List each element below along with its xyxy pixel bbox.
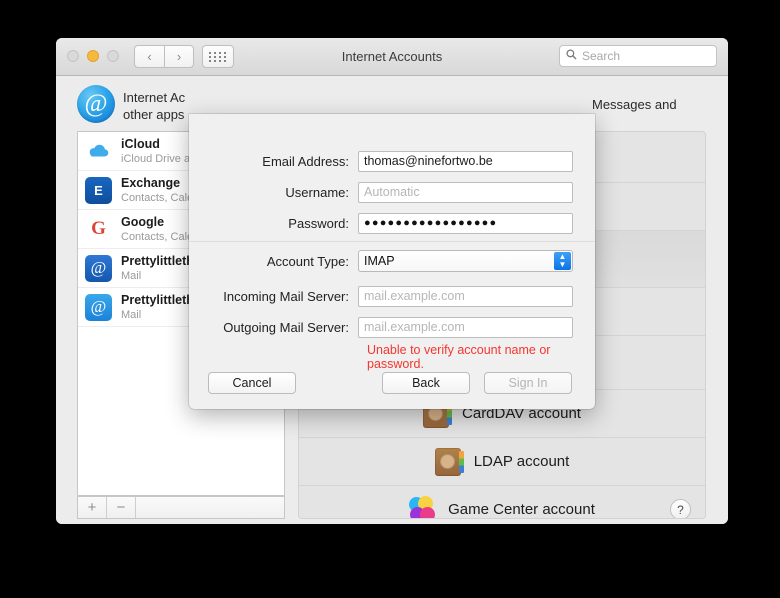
contacts-card-icon (434, 447, 464, 476)
outgoing-mail-server-field[interactable]: mail.example.com (358, 316, 573, 338)
header-trailing-text: Messages and (592, 97, 677, 112)
password-label: Password: (288, 215, 349, 231)
account-type-label: Account Type: (266, 253, 349, 269)
sign-in-button[interactable]: Sign In (484, 372, 572, 394)
account-subtitle: Mail (121, 308, 142, 321)
account-type-row: Account Type: IMAP ▲ ▼ (189, 250, 595, 272)
help-button[interactable]: ? (670, 499, 691, 518)
header-line-2: other apps (123, 107, 185, 122)
preferences-window: ‹ › Internet Accounts Search @ Internet … (56, 38, 728, 524)
password-field[interactable]: ●●●●●●●●●●●●●●●●● (358, 212, 573, 234)
account-name: Prettylittleth (121, 253, 194, 268)
mail-account-icon: @ (85, 254, 112, 282)
account-type-value: IMAP (364, 254, 395, 268)
header-description: Internet Ac other apps (123, 89, 185, 123)
add-account-button[interactable]: + (78, 497, 107, 518)
game-center-icon (409, 495, 436, 518)
cancel-button[interactable]: Cancel (208, 372, 296, 394)
exchange-icon: E (85, 176, 112, 204)
service-row-ldap[interactable]: LDAP account (299, 438, 705, 486)
email-address-field[interactable]: thomas@ninefortwo.be (358, 150, 573, 172)
google-icon: G (85, 215, 112, 243)
account-subtitle: Mail (121, 269, 142, 282)
service-row-game-center[interactable]: Game Center account ? (299, 486, 705, 518)
window-content: @ Internet Ac other apps Messages and iC… (56, 76, 728, 524)
window-titlebar: ‹ › Internet Accounts Search (56, 38, 728, 76)
account-name: Exchange (121, 175, 181, 190)
email-address-row: Email Address: thomas@ninefortwo.be (189, 150, 595, 172)
account-type-select[interactable]: IMAP ▲ ▼ (358, 250, 573, 272)
account-subtitle: Contacts, Cale (121, 191, 194, 204)
search-placeholder: Search (582, 49, 621, 63)
search-icon (566, 47, 577, 65)
sidebar-footer: + − (77, 496, 285, 519)
email-address-label: Email Address: (262, 153, 349, 169)
account-name: Prettylittleth (121, 292, 194, 307)
incoming-mail-server-row: Incoming Mail Server: mail.example.com (189, 285, 595, 307)
service-label: LDAP account (473, 453, 570, 470)
account-subtitle: Contacts, Cale (121, 230, 194, 243)
outgoing-mail-server-label: Outgoing Mail Server: (223, 319, 349, 335)
header-line-1: Internet Ac (123, 90, 186, 105)
search-input[interactable]: Search (559, 45, 717, 67)
internet-accounts-icon: @ (77, 85, 115, 123)
mail-account-icon: @ (85, 293, 112, 321)
remove-account-button[interactable]: − (107, 497, 136, 518)
incoming-mail-server-field[interactable]: mail.example.com (358, 285, 573, 307)
back-button-sheet[interactable]: Back (382, 372, 470, 394)
error-message: Unable to verify account name or passwor… (367, 343, 551, 371)
outgoing-mail-server-row: Outgoing Mail Server: mail.example.com (189, 316, 595, 338)
account-setup-sheet: Email Address: thomas@ninefortwo.be User… (189, 114, 595, 409)
username-row: Username: Automatic (189, 181, 595, 203)
incoming-mail-server-label: Incoming Mail Server: (223, 288, 349, 304)
password-row: Password: ●●●●●●●●●●●●●●●●● (189, 212, 595, 234)
account-subtitle: iCloud Drive a (121, 152, 191, 165)
username-label: Username: (285, 184, 349, 200)
username-field[interactable]: Automatic (358, 181, 573, 203)
service-label: Game Center account (448, 501, 595, 518)
icloud-icon (85, 137, 112, 165)
sheet-divider (189, 241, 595, 242)
account-name: iCloud (121, 136, 160, 151)
chevron-updown-icon: ▲ ▼ (554, 252, 571, 270)
account-name: Google (121, 214, 165, 229)
